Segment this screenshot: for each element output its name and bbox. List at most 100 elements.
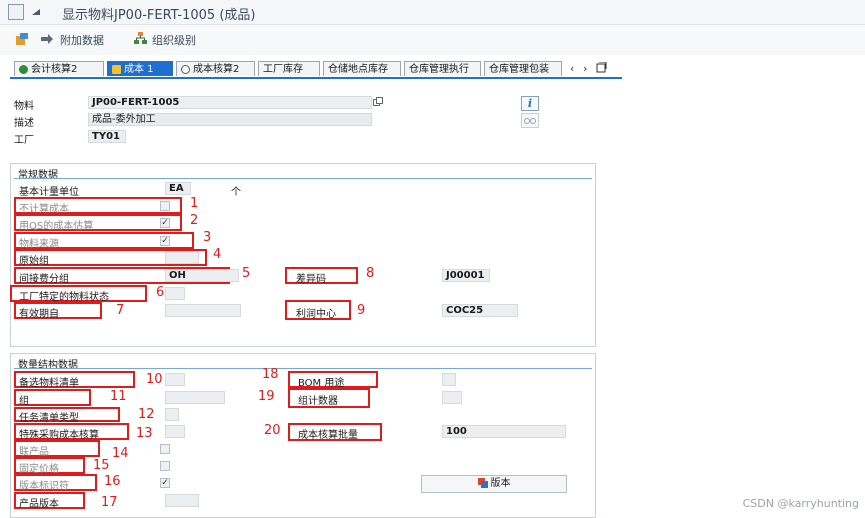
general-data-divider bbox=[14, 178, 592, 179]
versions-button-label: 版本 bbox=[490, 478, 511, 489]
base-uom-text: 个 bbox=[231, 187, 241, 198]
annotation-number: 14 bbox=[112, 446, 129, 461]
material-label: 物料 bbox=[14, 101, 34, 112]
production-version-field[interactable] bbox=[165, 494, 199, 507]
annotation-number: 12 bbox=[138, 407, 155, 422]
version-indicator-label: 版本标识符 bbox=[19, 481, 69, 492]
org-levels-button[interactable]: 组织级别 bbox=[152, 32, 196, 48]
description-label: 描述 bbox=[14, 118, 34, 129]
variance-key-field[interactable]: J00001 bbox=[442, 269, 490, 282]
group-counter-label: 组计数器 bbox=[298, 396, 338, 407]
origin-group-field[interactable] bbox=[165, 251, 199, 264]
folder-icon bbox=[112, 64, 121, 74]
annotation-number: 1 bbox=[190, 196, 199, 211]
fixed-price-checkbox[interactable] bbox=[160, 461, 170, 471]
plant-status-field[interactable] bbox=[165, 287, 185, 300]
plant-field[interactable]: TY01 bbox=[88, 130, 126, 143]
tab-strip: 会计核算2 成本 1 成本核算2 工厂库存 仓储地点库存 仓库管理执行 仓库管理… bbox=[10, 61, 622, 78]
annotation-number: 15 bbox=[93, 458, 110, 473]
variance-key-label: 差异码 bbox=[296, 274, 326, 285]
annotation-number: 5 bbox=[242, 266, 251, 281]
annotation-number: 16 bbox=[104, 474, 121, 489]
tab-storage-stock[interactable]: 仓储地点库存 bbox=[323, 61, 401, 76]
annotation-number: 9 bbox=[357, 303, 366, 318]
alt-bom-label: 备选物料清单 bbox=[19, 378, 79, 389]
group-counter-field[interactable] bbox=[442, 391, 462, 404]
origin-group-label: 原始组 bbox=[19, 256, 49, 267]
annotation-number: 18 bbox=[262, 367, 279, 382]
info-icon[interactable]: i bbox=[521, 96, 539, 111]
copy-icon[interactable] bbox=[373, 97, 383, 107]
tab-scroll-left-icon[interactable]: ‹ bbox=[570, 62, 574, 75]
alt-bom-field[interactable] bbox=[165, 373, 185, 386]
tab-wm-packaging[interactable]: 仓库管理包装 bbox=[484, 61, 562, 76]
bom-usage-label: BOM 用途 bbox=[298, 378, 345, 389]
material-origin-label: 物料来源 bbox=[19, 239, 59, 250]
annotation-number: 8 bbox=[366, 266, 375, 281]
production-version-label: 产品版本 bbox=[19, 499, 59, 510]
tab-label: 仓储地点库存 bbox=[328, 64, 388, 75]
annotation-number: 11 bbox=[110, 389, 127, 404]
material-field[interactable]: JP00-FERT-1005 bbox=[88, 96, 372, 109]
tab-scroll-right-icon[interactable]: › bbox=[583, 62, 587, 75]
qs-costing-label: 用QS的成本估算 bbox=[19, 221, 94, 232]
task-list-type-field[interactable] bbox=[165, 408, 179, 421]
valid-from-field[interactable] bbox=[165, 304, 241, 317]
overhead-group-field[interactable]: OH bbox=[165, 269, 239, 282]
watermark: CSDN @karryhunting bbox=[742, 497, 859, 510]
versions-icon bbox=[477, 478, 488, 488]
tab-label: 成本核算2 bbox=[193, 64, 240, 75]
plant-label: 工厂 bbox=[14, 135, 34, 146]
coproduct-checkbox[interactable] bbox=[160, 444, 170, 454]
menu-icon[interactable] bbox=[8, 4, 24, 20]
description-field[interactable]: 成品-委外加工 bbox=[88, 113, 372, 126]
versions-button[interactable]: 版本 bbox=[421, 475, 567, 493]
quantity-structure-divider bbox=[14, 368, 592, 369]
annotation-number: 4 bbox=[213, 247, 222, 262]
annotation-number: 13 bbox=[136, 426, 153, 441]
tab-wm-execution[interactable]: 仓库管理执行 bbox=[404, 61, 481, 76]
tab-plant-stock[interactable]: 工厂库存 bbox=[258, 61, 320, 76]
tab-costing-2[interactable]: 成本核算2 bbox=[176, 61, 255, 76]
base-uom-field[interactable]: EA bbox=[165, 182, 191, 195]
version-indicator-checkbox[interactable]: ✓ bbox=[160, 478, 170, 488]
annotation-number: 3 bbox=[203, 230, 212, 245]
costing-lot-size-label: 成本核算批量 bbox=[298, 430, 358, 441]
special-procurement-label: 特殊采购成本核算 bbox=[19, 430, 99, 441]
profit-center-field[interactable]: COC25 bbox=[442, 304, 518, 317]
tab-label: 仓库管理执行 bbox=[409, 64, 469, 75]
annotation-number: 7 bbox=[116, 303, 125, 318]
no-costing-checkbox[interactable] bbox=[160, 201, 170, 211]
costing-lot-size-field[interactable]: 100 bbox=[442, 425, 566, 438]
change-display-icon[interactable] bbox=[14, 31, 30, 47]
special-procurement-field[interactable] bbox=[165, 425, 185, 438]
plant-status-label: 工厂特定的物料状态 bbox=[19, 292, 109, 303]
valid-from-label: 有效期自 bbox=[19, 309, 59, 320]
material-origin-checkbox[interactable]: ✓ bbox=[160, 236, 170, 246]
annotation-number: 6 bbox=[156, 285, 165, 300]
task-list-type-label: 任务清单类型 bbox=[19, 413, 79, 424]
tab-label: 成本 1 bbox=[124, 64, 154, 75]
dropdown-icon[interactable] bbox=[30, 6, 42, 18]
annotation-number: 20 bbox=[264, 423, 281, 438]
annotation-number: 10 bbox=[146, 372, 163, 387]
org-levels-icon bbox=[133, 31, 148, 46]
no-costing-label: 不计算成本 bbox=[19, 204, 69, 215]
arrow-right-icon bbox=[40, 32, 54, 46]
bom-usage-field[interactable] bbox=[442, 373, 456, 386]
glasses-icon[interactable] bbox=[521, 113, 539, 128]
check-icon bbox=[19, 64, 28, 74]
tab-accounting-2[interactable]: 会计核算2 bbox=[14, 61, 104, 76]
tab-list-icon[interactable] bbox=[596, 61, 607, 73]
tab-label: 仓库管理包装 bbox=[489, 64, 549, 75]
annotation-number: 2 bbox=[190, 213, 199, 228]
profit-center-label: 利润中心 bbox=[296, 309, 336, 320]
window-title: 显示物料JP00-FERT-1005 (成品) bbox=[62, 8, 256, 23]
tab-label: 工厂库存 bbox=[263, 64, 303, 75]
coproduct-label: 联产品 bbox=[19, 447, 49, 458]
fixed-price-label: 固定价格 bbox=[19, 464, 59, 475]
additional-data-button[interactable]: 附加数据 bbox=[60, 32, 104, 48]
group-field[interactable] bbox=[165, 391, 225, 404]
tab-costing-1[interactable]: 成本 1 bbox=[107, 61, 173, 76]
qs-costing-checkbox[interactable]: ✓ bbox=[160, 218, 170, 228]
